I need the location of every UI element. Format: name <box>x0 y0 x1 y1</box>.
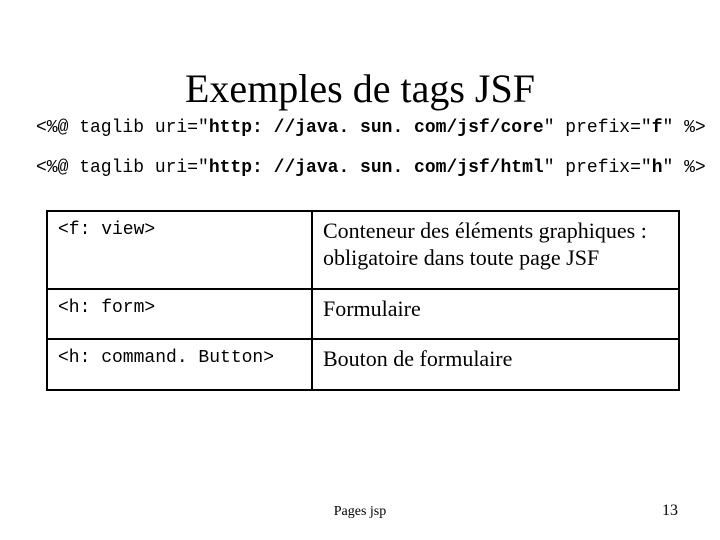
code-prefix: f <box>652 118 663 138</box>
code-text: " prefix=" <box>544 158 652 178</box>
slide: Exemples de tags JSF <%@ taglib uri="htt… <box>0 0 720 540</box>
taglib-directive-html: <%@ taglib uri="http: //java. sun. com/j… <box>36 158 706 178</box>
taglib-directive-core: <%@ taglib uri="http: //java. sun. com/j… <box>36 118 706 138</box>
slide-title: Exemples de tags JSF <box>0 65 720 112</box>
footer-text: Pages jsp <box>0 504 720 520</box>
table-row: <f: view> Conteneur des éléments graphiq… <box>47 211 679 289</box>
code-text: <%@ taglib uri=" <box>36 158 209 178</box>
code-prefix: h <box>652 158 663 178</box>
code-text: " %> <box>663 158 706 178</box>
code-uri: http: //java. sun. com/jsf/core <box>209 118 544 138</box>
desc-cell: Conteneur des éléments graphiques : obli… <box>312 211 679 289</box>
tag-cell: <f: view> <box>47 211 312 289</box>
code-text: " %> <box>663 118 706 138</box>
code-text: " prefix=" <box>544 118 652 138</box>
table-row: <h: form> Formulaire <box>47 289 679 340</box>
tags-table: <f: view> Conteneur des éléments graphiq… <box>46 210 680 391</box>
page-number: 13 <box>662 502 678 520</box>
code-text: <%@ taglib uri=" <box>36 118 209 138</box>
desc-cell: Formulaire <box>312 289 679 340</box>
table-row: <h: command. Button> Bouton de formulair… <box>47 339 679 390</box>
desc-cell: Bouton de formulaire <box>312 339 679 390</box>
code-uri: http: //java. sun. com/jsf/html <box>209 158 544 178</box>
tag-cell: <h: command. Button> <box>47 339 312 390</box>
tag-cell: <h: form> <box>47 289 312 340</box>
